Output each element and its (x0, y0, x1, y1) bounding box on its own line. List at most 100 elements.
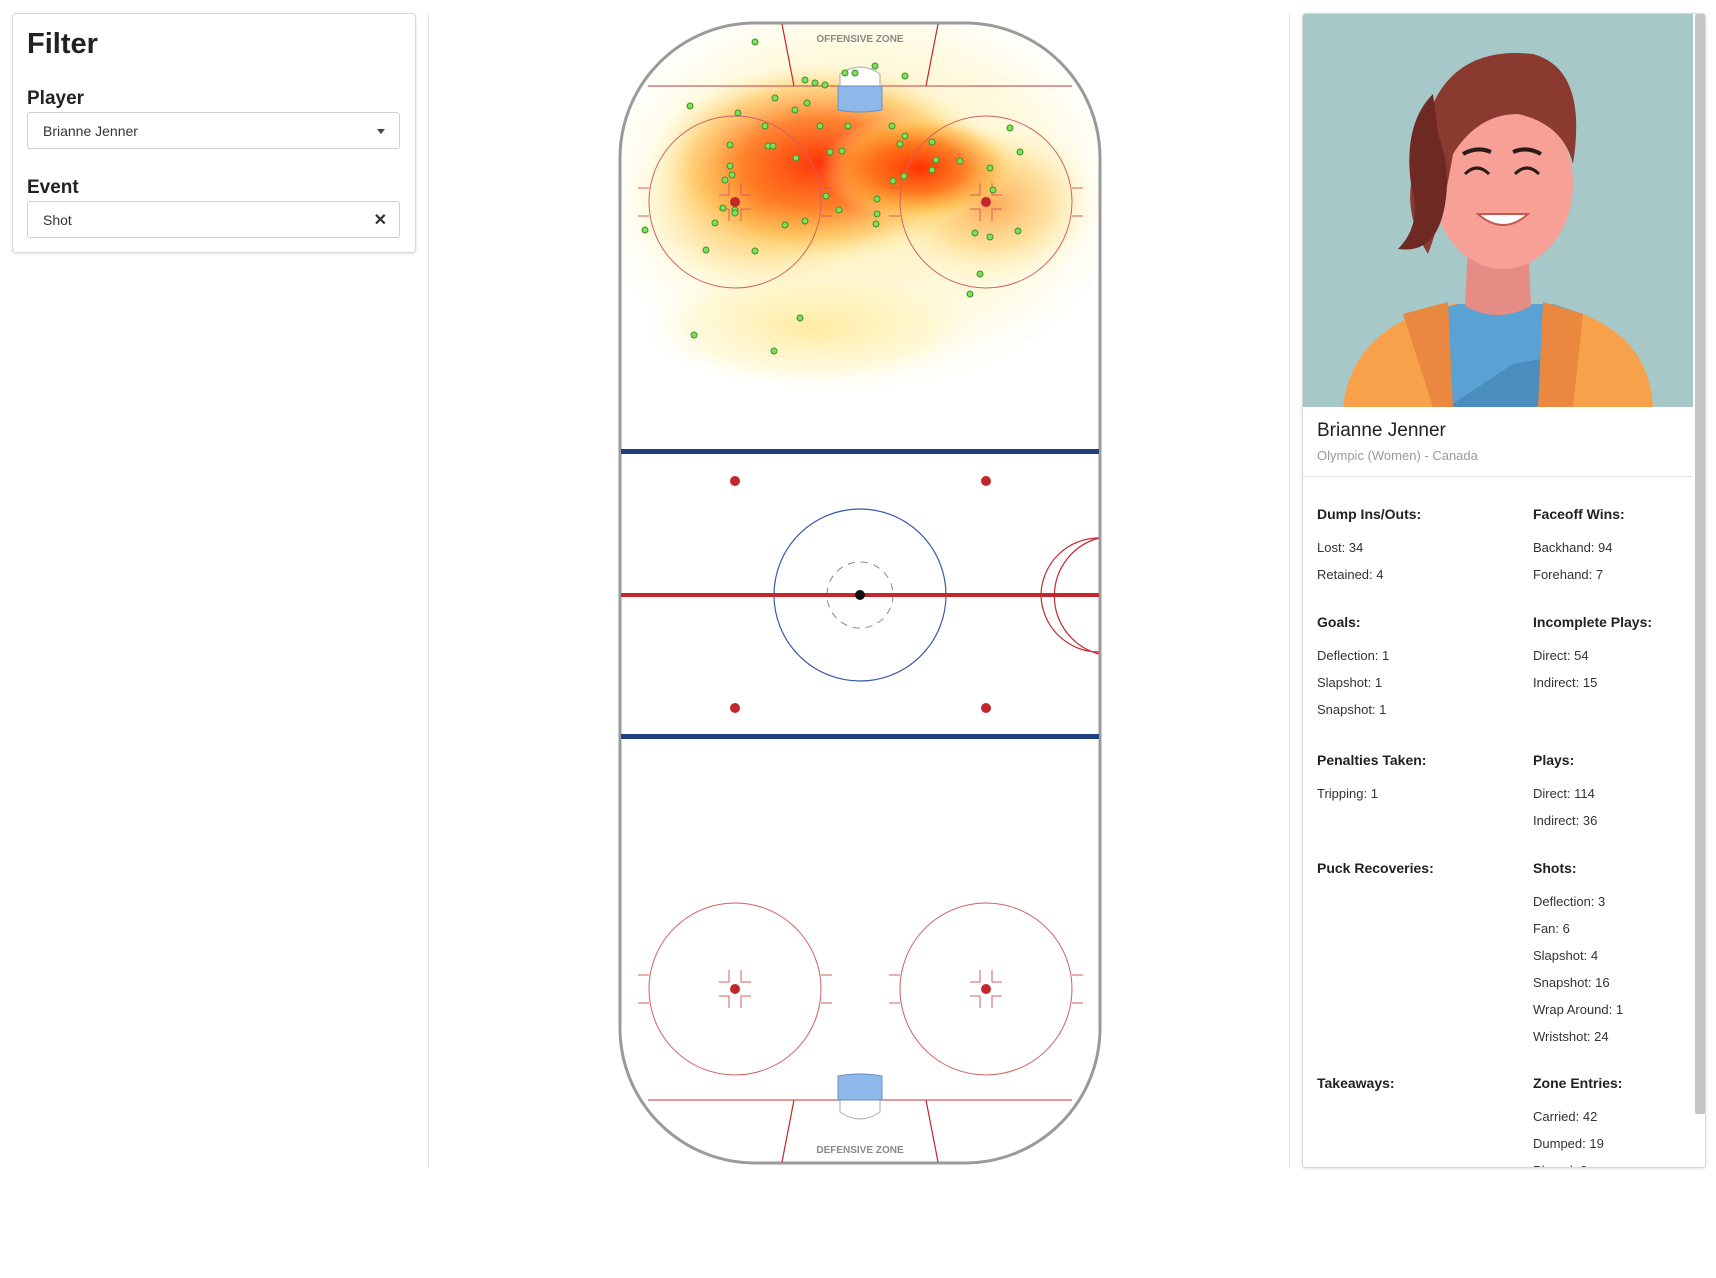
shot-marker (989, 186, 997, 194)
stat-item: Retained: 4 (1317, 567, 1384, 582)
shot-marker (711, 219, 719, 227)
stat-item: Wrap Around: 1 (1533, 1002, 1624, 1017)
shot-marker (702, 246, 710, 254)
shot-marker (841, 69, 849, 77)
card-divider (1303, 476, 1693, 477)
stat-item: Direct: 114 (1533, 786, 1595, 801)
blue-line-bottom (621, 734, 1099, 739)
card-scrollbar[interactable] (1695, 14, 1705, 1114)
stat-item: Snapshot: 16 (1533, 975, 1610, 990)
shot-marker (900, 172, 908, 180)
shot-marker (751, 247, 759, 255)
shot-marker (901, 72, 909, 80)
shot-marker (801, 217, 809, 225)
stat-item: Fan: 6 (1533, 921, 1570, 936)
shot-marker (641, 226, 649, 234)
stat-item: Lost: 34 (1317, 540, 1364, 555)
crease-bottom (837, 1073, 883, 1101)
stat-heading: Zone Entries: (1533, 1075, 1623, 1091)
shot-marker (986, 233, 994, 241)
column-divider-right (1289, 13, 1290, 1168)
shot-marker (690, 331, 698, 339)
shot-marker (771, 94, 779, 102)
shot-marker (734, 109, 742, 117)
shot-marker (796, 314, 804, 322)
shot-marker (844, 122, 852, 130)
shot-marker (769, 142, 777, 150)
clear-icon[interactable]: ✕ (374, 210, 387, 230)
stat-heading: Shots: (1533, 860, 1577, 876)
shot-marker (872, 220, 880, 228)
shot-marker (871, 62, 879, 70)
event-label: Event (27, 177, 79, 198)
stat-item: Indirect: 15 (1533, 675, 1598, 690)
player-select[interactable]: Brianne Jenner (27, 112, 400, 149)
shot-marker (873, 195, 881, 203)
shot-marker (901, 132, 909, 140)
player-card: Brianne Jenner Olympic (Women) - Canada … (1302, 13, 1706, 1168)
shot-marker (835, 206, 843, 214)
shot-marker (1014, 227, 1022, 235)
shot-marker (751, 38, 759, 46)
shot-marker (932, 156, 940, 164)
shot-marker (792, 154, 800, 162)
crease-top (837, 85, 883, 113)
player-name: Brianne Jenner (1317, 420, 1446, 441)
stat-item: Carried: 42 (1533, 1109, 1598, 1124)
player-team: Olympic (Women) - Canada (1317, 448, 1478, 463)
shot-marker (888, 122, 896, 130)
filter-title: Filter (27, 28, 98, 60)
net-bottom (839, 1100, 881, 1120)
stat-item: Slapshot: 4 (1533, 948, 1599, 963)
stat-item: Wristshot: 24 (1533, 1029, 1609, 1044)
shot-marker (822, 192, 830, 200)
shot-marker (896, 140, 904, 148)
stat-item: Dumped: 19 (1533, 1136, 1604, 1151)
stat-heading: Faceoff Wins: (1533, 506, 1625, 522)
shot-marker (719, 204, 727, 212)
stat-heading: Puck Recoveries: (1317, 860, 1434, 876)
player-label: Player (27, 88, 85, 109)
faceoff-circles-bottom (638, 902, 1083, 1076)
shot-marker (761, 122, 769, 130)
stat-heading: Plays: (1533, 752, 1575, 768)
chevron-down-icon[interactable] (377, 129, 385, 134)
shot-marker (791, 106, 799, 114)
stat-item: Backhand: 94 (1533, 540, 1613, 555)
column-divider-left (428, 13, 429, 1168)
shot-marker (851, 69, 859, 77)
shot-marker (928, 138, 936, 146)
stat-item: Deflection: 1 (1317, 648, 1390, 663)
shot-marker (803, 99, 811, 107)
shot-marker (721, 176, 729, 184)
shot-marker (873, 210, 881, 218)
shot-marker (826, 148, 834, 156)
shot-marker (801, 76, 809, 84)
stat-item: Deflection: 3 (1533, 894, 1606, 909)
stat-heading: Penalties Taken: (1317, 752, 1427, 768)
event-select[interactable]: Shot ✕ (27, 201, 400, 238)
filter-panel: Filter Player Brianne Jenner Event Shot … (12, 13, 416, 253)
shot-marker (686, 102, 694, 110)
hockey-rink: OFFENSIVE ZONE DEFENSIVE ZONE (618, 21, 1102, 1165)
player-select-value: Brianne Jenner (43, 123, 138, 139)
shot-marker (781, 221, 789, 229)
offensive-zone-label: OFFENSIVE ZONE (816, 34, 904, 45)
shot-marker (1006, 124, 1014, 132)
stat-item: Slapshot: 1 (1317, 675, 1383, 690)
shot-marker (770, 347, 778, 355)
shot-marker (728, 171, 736, 179)
shot-marker (1016, 148, 1024, 156)
center-dot (855, 590, 865, 600)
shot-marker (731, 209, 739, 217)
shot-marker (928, 166, 936, 174)
stat-heading: Takeaways: (1317, 1075, 1395, 1091)
stat-item: Snapshot: 1 (1317, 702, 1387, 717)
shot-marker (956, 157, 964, 165)
shot-marker (726, 141, 734, 149)
shot-marker (971, 229, 979, 237)
defensive-zone-label: DEFENSIVE ZONE (816, 1145, 904, 1156)
shot-marker (821, 81, 829, 89)
stat-item: Played: 2 (1533, 1163, 1587, 1167)
stat-item: Tripping: 1 (1317, 786, 1378, 801)
